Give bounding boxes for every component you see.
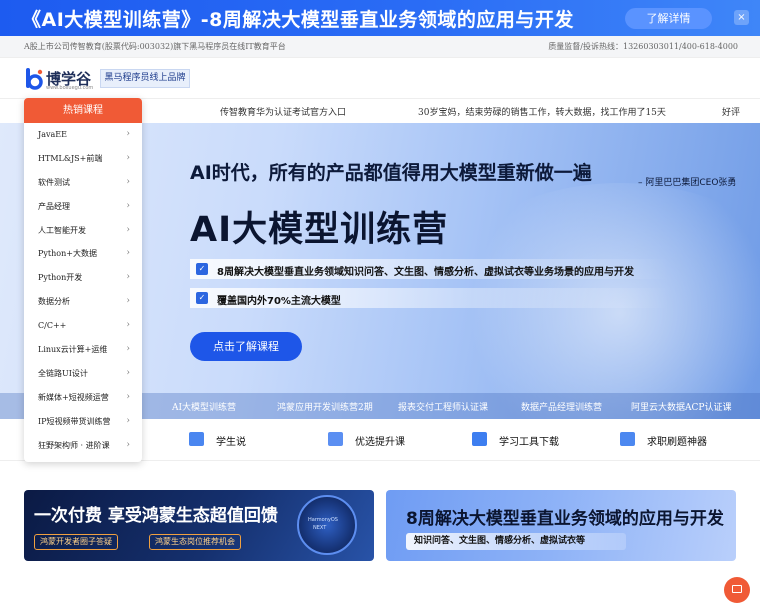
hero-bullet-text: 覆盖国内外70%主流大模型 <box>217 296 341 307</box>
course-menu-label: 全链路UI设计 <box>38 368 88 378</box>
ai-course-banner[interactable]: 8周解决大模型垂直业务领域的应用与开发 知识问答、文生图、情感分析、虚拟试衣等 <box>386 490 736 561</box>
promo-details-button[interactable]: 了解详情 <box>625 8 712 29</box>
course-menu-item[interactable]: 人工智能开发 › <box>24 219 142 243</box>
ai-banner-title: 8周解决大模型垂直业务领域的应用与开发 <box>406 509 724 529</box>
course-menu-item[interactable]: 狂野架构师 · 进阶课 › <box>24 434 142 458</box>
hotline-info: 质量监督/投诉热线：13260303011/400-618-4000 <box>548 42 738 51</box>
chevron-right-icon: › <box>126 200 130 211</box>
folder-icon <box>732 585 742 593</box>
course-menu-item[interactable]: 数据分析 › <box>24 290 142 314</box>
course-menu-item[interactable]: 全链路UI设计 › <box>24 362 142 386</box>
logo[interactable]: 博学谷 www.boxuegu.com <box>24 68 94 92</box>
chevron-right-icon: › <box>126 367 130 378</box>
chevron-right-icon: › <box>126 320 130 331</box>
chevron-right-icon: › <box>126 248 130 259</box>
chevron-right-icon: › <box>126 224 130 235</box>
quick-link-label: 优选提升课 <box>355 437 405 448</box>
hero-bullet: ✓ 覆盖国内外70%主流大模型 <box>190 288 670 308</box>
course-menu-item[interactable]: C/C++ › <box>24 314 142 338</box>
info-strip: A股上市公司传智教育(股票代码:003032)旗下黑马程序员在线IT教育平台 质… <box>0 36 760 58</box>
harmony-pill: 鸿蒙生态岗位推荐机会 <box>149 534 241 550</box>
chevron-right-icon: › <box>126 415 130 426</box>
course-menu-header[interactable]: 热销课程 <box>24 98 142 123</box>
logo-icon <box>26 68 43 90</box>
chevron-right-icon: › <box>126 176 130 187</box>
hero-title: AI大模型训练营 <box>190 210 449 250</box>
course-menu-item[interactable]: Python开发 › <box>24 266 142 290</box>
course-menu-label: HTML&JS+前端 <box>38 153 103 163</box>
course-menu-label: 数据分析 <box>38 297 70 307</box>
course-menu-label: 狂野架构师 · 进阶课 <box>38 440 110 450</box>
hero-tab[interactable]: 阿里云大数据ACP认证课 <box>631 400 731 413</box>
nav-item-reviews[interactable]: 好评 <box>722 105 740 118</box>
course-menu-item[interactable]: 新媒体+短视频运营 › <box>24 386 142 410</box>
course-menu-label: Python开发 <box>38 273 83 283</box>
course-menu-label: 软件测试 <box>38 177 70 187</box>
chevron-right-icon: › <box>126 344 130 355</box>
document-icon <box>620 432 635 446</box>
hero-author: – 阿里巴巴集团CEO张勇 <box>638 178 737 188</box>
hero-bullet: ✓ 8周解决大模型垂直业务领域知识问答、文生图、情感分析、虚拟试衣等业务场景的应… <box>190 259 670 279</box>
course-menu-label: JavaEE <box>38 130 67 139</box>
harmony-logo-text: HarmonyOS <box>308 517 338 523</box>
learn-course-button[interactable]: 点击了解课程 <box>190 332 302 361</box>
course-menu-item[interactable]: 产品经理 › <box>24 195 142 219</box>
chevron-right-icon: › <box>126 296 130 307</box>
chevron-right-icon: › <box>126 439 130 450</box>
course-menu-label: 人工智能开发 <box>38 225 86 235</box>
chevron-right-icon: › <box>126 391 130 402</box>
course-menu-label: 产品经理 <box>38 201 70 211</box>
logo-url: www.boxuegu.com <box>46 85 94 91</box>
check-icon: ✓ <box>196 292 208 304</box>
company-info: A股上市公司传智教育(股票代码:003032)旗下黑马程序员在线IT教育平台 <box>24 42 286 51</box>
course-menu-item[interactable]: Linux云计算+运维 › <box>24 338 142 362</box>
hero-quote: AI时代，所有的产品都值得用大模型重新做一遍 <box>190 162 592 184</box>
hero-tab[interactable]: 报表交付工程师认证课 <box>398 400 488 413</box>
course-menu-label: IP短视频带货训练营 <box>38 416 111 426</box>
course-menu: 热销课程 JavaEE › HTML&JS+前端 › 软件测试 › 产品经理 › 人工智… <box>24 98 142 462</box>
course-menu-label: Linux云计算+运维 <box>38 345 108 355</box>
site-header: 博学谷 www.boxuegu.com 黑马程序员线上品牌 <box>0 58 760 98</box>
course-menu-item[interactable]: Python+大数据 › <box>24 242 142 266</box>
hero-tab[interactable]: 鸿蒙应用开发训练营2期 <box>277 400 373 413</box>
quick-link-label: 学生说 <box>216 437 246 448</box>
download-icon <box>472 432 487 446</box>
course-menu-item[interactable]: IP短视频带货训练营 › <box>24 410 142 434</box>
course-menu-item[interactable]: 软件测试 › <box>24 171 142 195</box>
nav-item-huawei[interactable]: 传智教育华为认证考试官方入口 <box>220 105 346 118</box>
hero-tab[interactable]: AI大模型训练营 <box>172 400 236 413</box>
close-icon[interactable]: × <box>734 10 749 25</box>
course-menu-label: Python+大数据 <box>38 249 97 259</box>
harmony-logo: HarmonyOS NEXT <box>297 495 357 555</box>
course-menu-item[interactable]: JavaEE › <box>24 123 142 147</box>
quick-link-label: 求职刷题神器 <box>647 437 707 448</box>
promo-title: 《AI大模型训练营》-8周解决大模型垂直业务领域的应用与开发 <box>22 9 574 31</box>
monitor-icon <box>328 432 343 446</box>
course-menu-label: 新媒体+短视频运营 <box>38 392 109 402</box>
harmony-pill: 鸿蒙开发者圈子答疑 <box>34 534 118 550</box>
harmony-banner-title: 一次付费 享受鸿蒙生态超值回馈 <box>34 506 278 526</box>
quick-link-label: 学习工具下载 <box>499 437 559 448</box>
course-menu-label: C/C++ <box>38 321 67 331</box>
ai-banner-subtitle: 知识问答、文生图、情感分析、虚拟试衣等 <box>406 533 626 550</box>
promo-banner[interactable]: 《AI大模型训练营》-8周解决大模型垂直业务领域的应用与开发 了解详情 × <box>0 0 760 36</box>
chevron-right-icon: › <box>126 129 130 139</box>
brand-tag[interactable]: 黑马程序员线上品牌 <box>100 69 190 88</box>
course-menu-item[interactable]: HTML&JS+前端 › <box>24 147 142 171</box>
check-icon: ✓ <box>196 263 208 275</box>
chat-icon <box>189 432 204 446</box>
floating-folder-button[interactable] <box>724 577 750 603</box>
harmony-logo-text: NEXT <box>313 525 327 531</box>
chevron-right-icon: › <box>126 272 130 283</box>
nav-item-story[interactable]: 30岁宝妈，结束劳碌的销售工作，转大数据，找工作用了15天 <box>418 105 666 118</box>
hero-tab[interactable]: 数据产品经理训练营 <box>521 400 602 413</box>
chevron-right-icon: › <box>126 152 130 163</box>
hero-bullet-text: 8周解决大模型垂直业务领域知识问答、文生图、情感分析、虚拟试衣等业务场景的应用与… <box>217 267 634 278</box>
harmony-banner[interactable]: 一次付费 享受鸿蒙生态超值回馈 鸿蒙开发者圈子答疑 鸿蒙生态岗位推荐机会 Har… <box>24 490 374 561</box>
